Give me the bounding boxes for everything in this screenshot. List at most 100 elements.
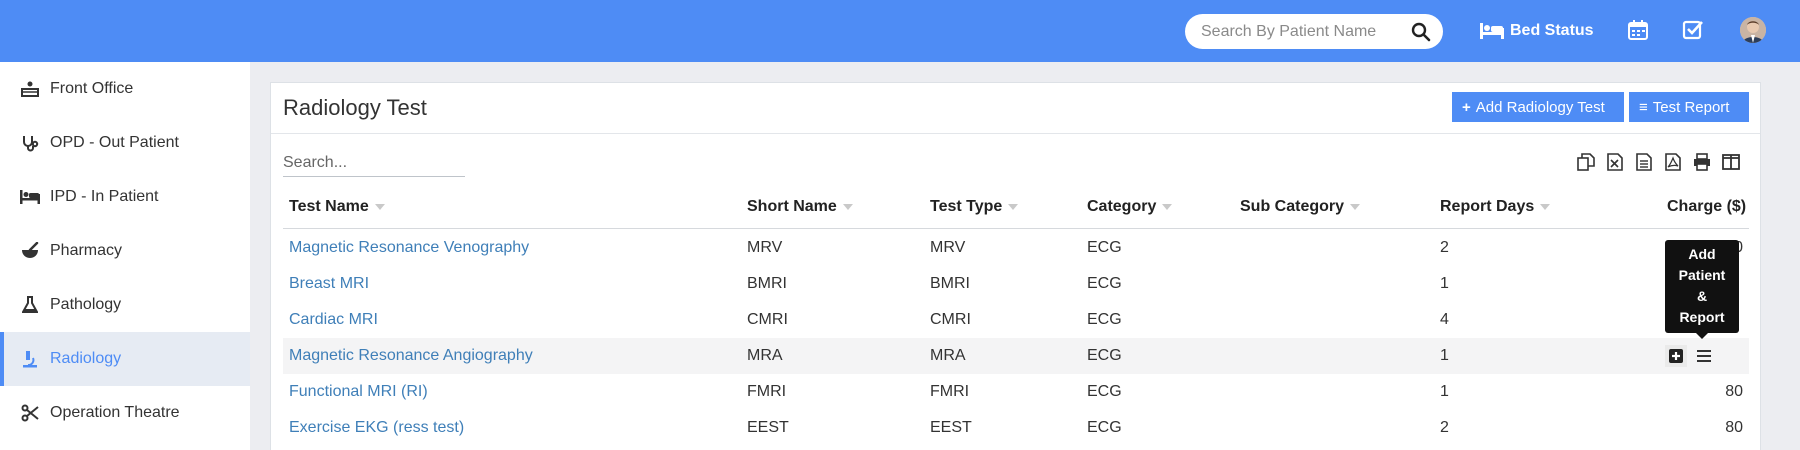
excel-icon[interactable] — [1600, 151, 1629, 173]
export-toolbar — [1571, 151, 1745, 173]
test-name-link[interactable]: Cardiac MRI — [289, 302, 378, 338]
table-row[interactable]: Functional MRI (RI) FMRI FMRI ECG 1 80 — [283, 374, 1749, 410]
category-cell: ECG — [1087, 347, 1122, 364]
sidebar: Front Office OPD - Out Patient IPD - In … — [0, 62, 250, 450]
report-days-cell: 4 — [1440, 311, 1449, 328]
short-name-cell: BMRI — [747, 275, 787, 292]
menu-icon[interactable] — [1693, 345, 1715, 367]
test-name-link[interactable]: Magnetic Resonance Venography — [289, 230, 529, 266]
sort-icon — [842, 204, 853, 210]
test-type-cell: FMRI — [930, 383, 970, 400]
calendar-icon[interactable] — [1627, 19, 1649, 41]
microscope-icon — [20, 349, 40, 369]
test-type-cell: MRA — [930, 347, 966, 364]
test-type-cell: BMRI — [930, 275, 970, 292]
bed-icon — [20, 187, 40, 207]
add-patient-report-tooltip: Add Patient & Report — [1665, 240, 1739, 339]
pdf-icon[interactable] — [1658, 151, 1687, 173]
column-header-report-days[interactable]: Report Days — [1440, 198, 1551, 216]
csv-icon[interactable] — [1629, 151, 1658, 173]
sidebar-item-label: Front Office — [50, 80, 134, 97]
table-row[interactable]: Magnetic Resonance Angiography MRA MRA E… — [283, 338, 1749, 374]
category-cell: ECG — [1087, 239, 1122, 256]
panel-header-divider — [271, 133, 1760, 134]
sidebar-item-radiology[interactable]: Radiology — [0, 332, 250, 386]
test-type-cell: CMRI — [930, 311, 971, 328]
sidebar-item-label: Pathology — [50, 296, 122, 313]
sidebar-item-pharmacy[interactable]: Pharmacy — [0, 224, 250, 278]
short-name-cell: FMRI — [747, 383, 787, 400]
test-name-link[interactable]: Magnetic Resonance Angiography — [289, 338, 533, 374]
sidebar-item-front-office[interactable]: Front Office — [0, 62, 250, 116]
add-radiology-test-label: Add Radiology Test — [1475, 98, 1605, 116]
category-cell: ECG — [1087, 311, 1122, 328]
short-name-cell: CMRI — [747, 311, 788, 328]
bed-status-label: Bed Status — [1510, 22, 1594, 39]
category-cell: ECG — [1087, 383, 1122, 400]
table-row[interactable]: Exercise EKG (ress test) EEST EEST ECG 2… — [283, 410, 1749, 446]
sidebar-item-pathology[interactable]: Pathology — [0, 278, 250, 332]
scissors-icon — [20, 403, 40, 423]
bed-icon — [1480, 23, 1504, 39]
test-type-cell: EEST — [930, 419, 972, 436]
test-name-link[interactable]: Exercise EKG (ress test) — [289, 410, 464, 446]
page-title: Radiology Test — [283, 95, 427, 120]
sidebar-item-label: OPD - Out Patient — [50, 134, 179, 151]
column-header-charge[interactable]: Charge ($) — [1667, 198, 1746, 216]
list-icon: ≡ — [1639, 98, 1648, 116]
test-name-link[interactable]: Functional MRI (RI) — [289, 374, 428, 410]
sidebar-item-label: Operation Theatre — [50, 404, 180, 421]
report-days-cell: 1 — [1440, 347, 1449, 364]
bed-status-link[interactable]: Bed Status — [1480, 19, 1594, 43]
sidebar-item-label: Pharmacy — [50, 242, 123, 259]
add-patient-report-icon[interactable] — [1665, 345, 1687, 367]
table-row[interactable]: Magnetic Resonance Venography MRV MRV EC… — [283, 230, 1749, 266]
patient-search-box[interactable] — [1185, 14, 1443, 49]
column-header-sub-category[interactable]: Sub Category — [1240, 198, 1361, 216]
avatar[interactable] — [1740, 17, 1766, 43]
copy-icon[interactable] — [1571, 151, 1600, 173]
sidebar-item-label: IPD - In Patient — [50, 188, 159, 205]
mortar-pestle-icon — [20, 241, 40, 261]
category-cell: ECG — [1087, 419, 1122, 436]
report-days-cell: 2 — [1440, 419, 1449, 436]
report-days-cell: 2 — [1440, 239, 1449, 256]
charge-cell: 80 — [1725, 419, 1743, 436]
flask-icon — [20, 295, 40, 315]
patient-search-input[interactable] — [1201, 14, 1401, 49]
column-header-category[interactable]: Category — [1087, 198, 1173, 216]
short-name-cell: MRV — [747, 239, 783, 256]
sort-icon — [1540, 204, 1551, 210]
report-days-cell: 1 — [1440, 383, 1449, 400]
reception-icon — [20, 79, 40, 99]
plus-icon: + — [1462, 98, 1471, 116]
sidebar-item-opd[interactable]: OPD - Out Patient — [0, 116, 250, 170]
add-radiology-test-button[interactable]: + Add Radiology Test — [1452, 92, 1624, 122]
sort-icon — [1008, 204, 1019, 210]
table-search-input[interactable] — [283, 149, 465, 177]
column-header-short-name[interactable]: Short Name — [747, 198, 853, 216]
table-row[interactable]: Breast MRI BMRI BMRI ECG 1 — [283, 266, 1749, 302]
sidebar-item-ipd[interactable]: IPD - In Patient — [0, 170, 250, 224]
radiology-test-panel: Radiology Test + Add Radiology Test ≡ Te… — [270, 82, 1761, 450]
short-name-cell: EEST — [747, 419, 789, 436]
test-type-cell: MRV — [930, 239, 966, 256]
test-report-button[interactable]: ≡ Test Report — [1629, 92, 1749, 122]
test-name-link[interactable]: Breast MRI — [289, 266, 369, 302]
table-row[interactable]: Cardiac MRI CMRI CMRI ECG 4 — [283, 302, 1749, 338]
sort-icon — [374, 204, 385, 210]
charge-cell: 80 — [1725, 383, 1743, 400]
columns-icon[interactable] — [1716, 151, 1745, 173]
sidebar-item-operation-theatre[interactable]: Operation Theatre — [0, 386, 250, 440]
checkbox-icon[interactable] — [1682, 19, 1704, 41]
stethoscope-icon — [20, 133, 40, 153]
column-header-test-type[interactable]: Test Type — [930, 198, 1019, 216]
print-icon[interactable] — [1687, 151, 1716, 173]
table-header-divider — [283, 228, 1749, 229]
column-header-test-name[interactable]: Test Name — [289, 198, 385, 216]
sort-icon — [1162, 204, 1173, 210]
search-icon[interactable] — [1411, 22, 1431, 42]
short-name-cell: MRA — [747, 347, 783, 364]
test-report-label: Test Report — [1652, 98, 1730, 116]
sidebar-item-label: Radiology — [50, 350, 122, 367]
